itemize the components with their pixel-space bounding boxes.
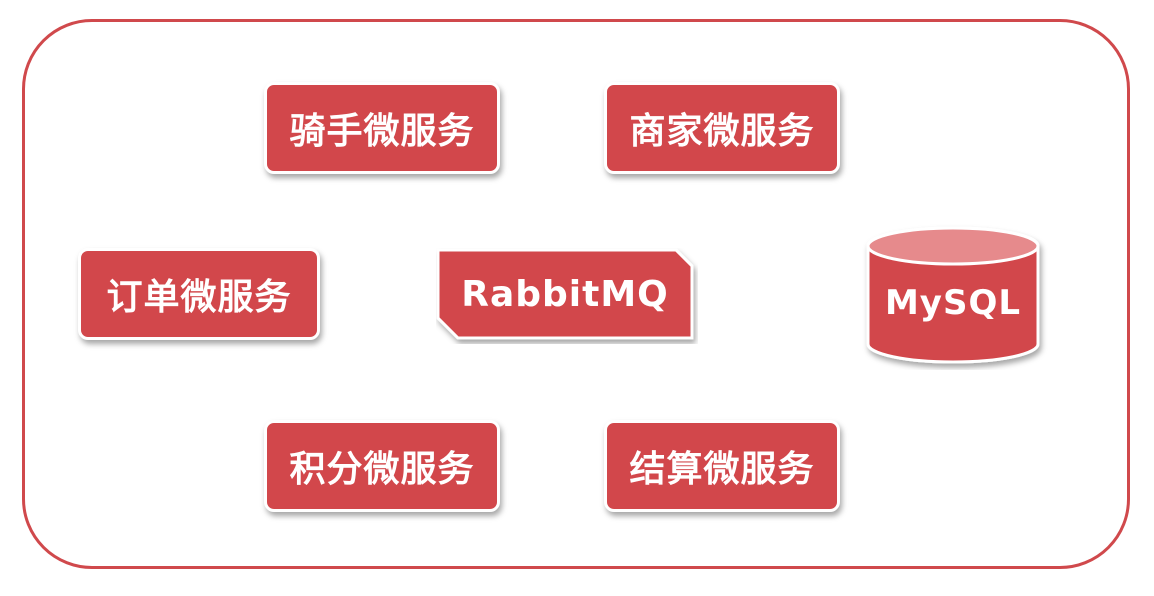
mysql-label: MySQL: [884, 283, 1022, 323]
rider-service-node: 骑手微服务: [264, 82, 500, 174]
rabbitmq-node: RabbitMQ: [436, 248, 698, 344]
merchant-service-node: 商家微服务: [604, 82, 840, 174]
settlement-service-node: 结算微服务: [604, 420, 840, 512]
mysql-database-node: MySQL: [862, 222, 1048, 370]
rabbitmq-label: RabbitMQ: [461, 273, 669, 315]
order-service-node: 订单微服务: [78, 248, 320, 340]
points-service-node: 积分微服务: [264, 420, 500, 512]
